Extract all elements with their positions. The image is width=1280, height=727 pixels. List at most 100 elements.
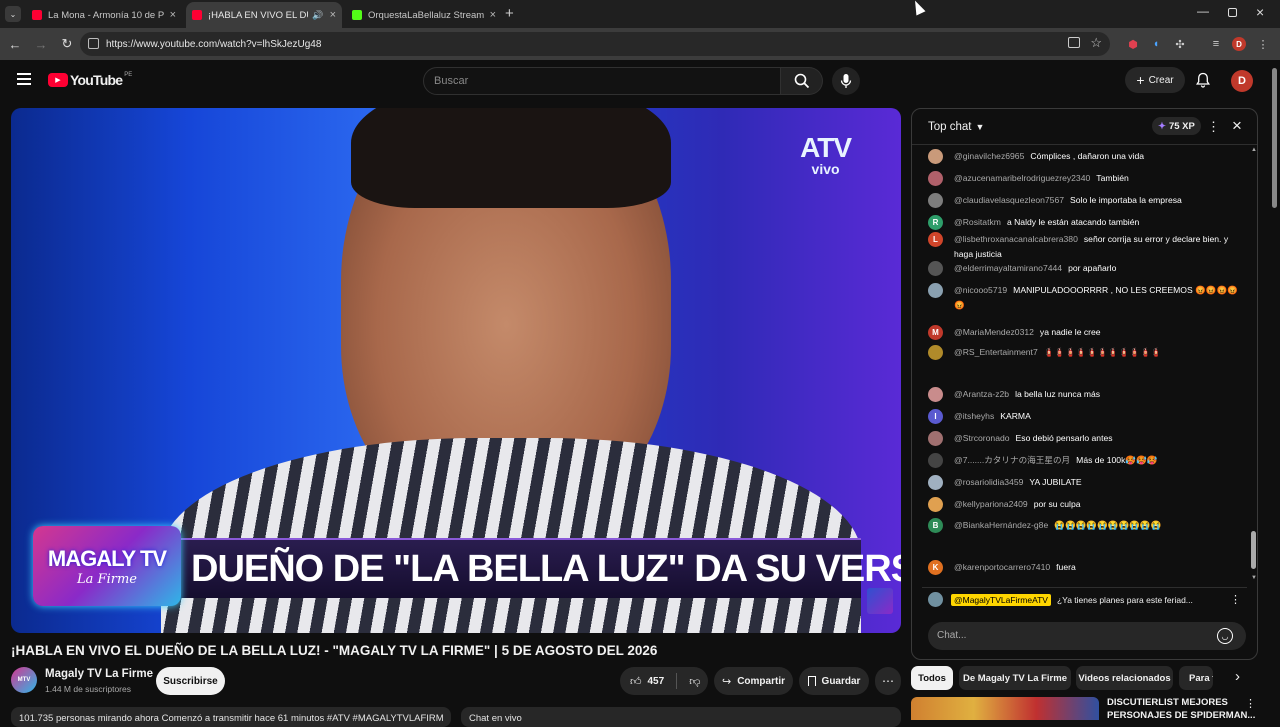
- chat-avatar[interactable]: [928, 261, 943, 276]
- chat-author[interactable]: @nicooo5719: [954, 285, 1007, 295]
- extension-audio-icon[interactable]: ◖: [1149, 37, 1163, 51]
- chat-message[interactable]: @nicooo5719 MANIPULADOOORRRR , NO LES CRE…: [928, 283, 1244, 313]
- description-box[interactable]: 101.735 personas mirando ahora Comenzó a…: [11, 707, 451, 727]
- account-avatar[interactable]: D: [1231, 70, 1253, 92]
- chat-message[interactable]: @Strcoronado Eso debió pensarlo antes: [928, 431, 1244, 446]
- chat-message[interactable]: @rosariolidia3459 YA JUBILATE: [928, 475, 1244, 490]
- close-chat-icon[interactable]: ×: [1232, 116, 1242, 136]
- chat-avatar[interactable]: R: [928, 215, 943, 230]
- back-button[interactable]: ←: [2, 37, 28, 52]
- tab-search-button[interactable]: ⌄: [5, 6, 21, 22]
- chat-author[interactable]: @BiankaHernández-g8e: [954, 520, 1048, 530]
- recommended-more-icon[interactable]: ⋮: [1245, 697, 1256, 710]
- chat-avatar[interactable]: [928, 453, 943, 468]
- voice-search-button[interactable]: [832, 67, 860, 95]
- hamburger-menu-icon[interactable]: [17, 73, 31, 85]
- install-app-icon[interactable]: [1068, 37, 1080, 48]
- chat-message[interactable]: @claudiavelasquezleon7567 Solo le importa…: [928, 193, 1244, 208]
- chat-avatar[interactable]: L: [928, 232, 943, 247]
- chat-author[interactable]: @RS_Entertainment7: [954, 347, 1038, 357]
- pinned-more-icon[interactable]: ⋮: [1230, 593, 1241, 606]
- chat-message[interactable]: @elderrimayaltamirano7444 por apañarlo: [928, 261, 1244, 276]
- chat-message[interactable]: M @MariaMendez0312 ya nadie le cree: [928, 325, 1244, 340]
- notifications-bell-icon[interactable]: [1196, 72, 1210, 93]
- search-button[interactable]: [781, 67, 823, 95]
- chat-avatar[interactable]: [928, 497, 943, 512]
- chat-author[interactable]: @MariaMendez0312: [954, 327, 1034, 337]
- reload-button[interactable]: ↻: [54, 36, 80, 52]
- chat-avatar[interactable]: [928, 149, 943, 164]
- scroll-down-arrow-icon[interactable]: ▼: [1251, 575, 1257, 581]
- subscribe-button[interactable]: Suscribirse: [156, 667, 225, 695]
- page-scrollbar[interactable]: [1270, 60, 1280, 720]
- chat-author[interactable]: @karenportocarrero7410: [954, 562, 1050, 572]
- chat-message[interactable]: @kellypariona2409 por su culpa: [928, 497, 1244, 512]
- chat-author[interactable]: @Strcoronado: [954, 433, 1010, 443]
- chat-author[interactable]: @itsheyhs: [954, 411, 994, 421]
- create-button[interactable]: + Crear: [1125, 67, 1185, 93]
- close-tab-icon[interactable]: ×: [490, 9, 496, 21]
- dislike-icon[interactable]: 👎︎: [689, 675, 700, 688]
- chat-messages-list[interactable]: @ginavilchez6965 Cómplices , dañaron una …: [912, 147, 1248, 587]
- reading-list-icon[interactable]: ≡: [1209, 37, 1223, 51]
- close-tab-icon[interactable]: ×: [170, 9, 176, 21]
- chat-more-icon[interactable]: ⋮: [1207, 119, 1220, 135]
- restore-button[interactable]: [1228, 8, 1237, 17]
- chat-message[interactable]: @Arantza-z2b la bella luz nunca más: [928, 387, 1244, 402]
- chat-author[interactable]: @kellypariona2409: [954, 499, 1028, 509]
- tab-habla-en-vivo[interactable]: ¡HABLA EN VIVO EL DUEÑO 🔊 ×: [186, 2, 342, 28]
- chat-avatar[interactable]: [928, 283, 943, 298]
- search-input[interactable]: Buscar: [423, 67, 781, 95]
- chat-avatar[interactable]: K: [928, 560, 943, 575]
- chips-next-chevron-icon[interactable]: ›: [1235, 668, 1240, 685]
- chat-author[interactable]: @ginavilchez6965: [954, 151, 1024, 161]
- chat-replay-box[interactable]: Chat en vivo: [461, 707, 901, 727]
- chat-message[interactable]: @ginavilchez6965 Cómplices , dañaron una …: [928, 149, 1244, 164]
- chat-author[interactable]: @elderrimayaltamirano7444: [954, 263, 1062, 273]
- chat-avatar[interactable]: [928, 475, 943, 490]
- save-button[interactable]: Guardar: [799, 667, 869, 695]
- recommended-thumbnail[interactable]: [911, 697, 1099, 720]
- chat-message[interactable]: @7.......カタリナの海王星の月 Más de 100k🥵🥵🥵: [928, 453, 1244, 468]
- like-icon[interactable]: 👍︎: [630, 675, 642, 688]
- close-window-button[interactable]: ×: [1256, 4, 1264, 20]
- chat-message[interactable]: L @lisbethroxanacanalcabrera380 señor corr…: [928, 232, 1244, 262]
- chip-todos[interactable]: Todos: [911, 666, 953, 690]
- chat-avatar[interactable]: I: [928, 409, 943, 424]
- chat-author[interactable]: @azucenamaribelrodriguezrey2340: [954, 173, 1090, 183]
- new-tab-button[interactable]: +: [505, 5, 514, 22]
- address-bar[interactable]: https://www.youtube.com/watch?v=lhSkJezU…: [80, 32, 1110, 56]
- channel-name[interactable]: Magaly TV La Firme: [45, 668, 153, 680]
- chip-related[interactable]: Videos relacionados: [1076, 666, 1173, 690]
- chat-avatar[interactable]: [928, 345, 943, 360]
- share-button[interactable]: ↪ Compartir: [714, 667, 793, 695]
- chat-message[interactable]: K @karenportocarrero7410 fuera: [928, 560, 1244, 575]
- chat-message[interactable]: @RS_Entertainment7 🧯🧯🧯🧯🧯🧯🧯🧯🧯🧯🧯: [928, 345, 1244, 360]
- chat-avatar[interactable]: [928, 387, 943, 402]
- chat-message[interactable]: @azucenamaribelrodriguezrey2340 También: [928, 171, 1244, 186]
- chat-avatar[interactable]: [928, 193, 943, 208]
- chat-author[interactable]: @lisbethroxanacanalcabrera380: [954, 234, 1078, 244]
- extensions-puzzle-icon[interactable]: ✣: [1173, 37, 1187, 51]
- forward-button[interactable]: →: [28, 37, 54, 52]
- chat-author[interactable]: @rosariolidia3459: [954, 477, 1023, 487]
- chip-channel[interactable]: De Magaly TV La Firme: [959, 666, 1071, 690]
- scroll-thumb[interactable]: [1251, 531, 1256, 569]
- chat-avatar[interactable]: M: [928, 325, 943, 340]
- chat-author[interactable]: @7.......カタリナの海王星の月: [954, 455, 1070, 465]
- chat-message[interactable]: I @itsheyhs KARMA: [928, 409, 1244, 424]
- emoji-picker-icon[interactable]: ◡: [1217, 628, 1233, 644]
- chat-author[interactable]: @claudiavelasquezleon7567: [954, 195, 1064, 205]
- youtube-logo[interactable]: ▶ YouTube PE: [48, 72, 132, 88]
- minimize-button[interactable]: —: [1197, 4, 1209, 18]
- chrome-menu-icon[interactable]: ⋮: [1256, 37, 1270, 51]
- recommended-video[interactable]: DISCUTIERLIST MEJORES PERSONAJES DE SPID…: [911, 697, 1261, 721]
- chat-author[interactable]: @Arantza-z2b: [954, 389, 1009, 399]
- chat-author[interactable]: @Rositatkm: [954, 217, 1001, 227]
- pinned-message[interactable]: @MagalyTVLaFirmeATV ¿Ya tienes planes pa…: [922, 587, 1247, 611]
- page-scroll-thumb[interactable]: [1272, 68, 1277, 208]
- chat-scrollbar[interactable]: ▲ ▼: [1251, 147, 1257, 587]
- xp-badge[interactable]: ✦ 75 XP: [1152, 117, 1201, 135]
- close-tab-icon[interactable]: ×: [330, 9, 336, 21]
- tab-orquesta-stream[interactable]: OrquestaLaBellaluz Stream - W ×: [346, 2, 502, 28]
